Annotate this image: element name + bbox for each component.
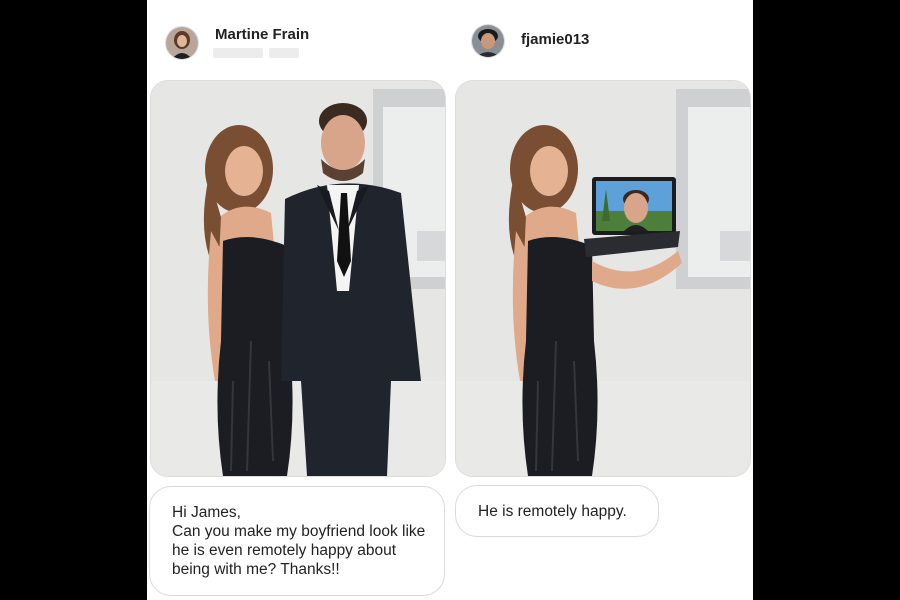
- avatar-martine[interactable]: [165, 26, 199, 60]
- reply-comment-bubble: He is remotely happy.: [455, 485, 659, 537]
- avatar-fjamie013[interactable]: [471, 24, 505, 58]
- username-right[interactable]: fjamie013: [521, 31, 589, 48]
- reply-text: He is remotely happy.: [478, 503, 627, 520]
- comment-greeting: Hi James,: [172, 504, 241, 521]
- comment-text: Can you make my boyfriend look like he i…: [172, 523, 426, 578]
- laptop-with-boyfriend-face: [584, 177, 680, 257]
- edited-photo[interactable]: [455, 80, 751, 477]
- username-left[interactable]: Martine Frain: [215, 26, 309, 43]
- original-post: Martine Frain Hi James, Can you make my …: [147, 0, 449, 600]
- wall-mirror: [676, 89, 750, 289]
- original-photo[interactable]: [150, 80, 446, 477]
- request-comment-bubble: Hi James, Can you make my boyfriend look…: [149, 486, 445, 596]
- comparison-panel: Martine Frain Hi James, Can you make my …: [147, 0, 753, 600]
- edited-post: fjamie013 He is remotely happy.: [453, 0, 753, 600]
- blurred-timestamp: [213, 48, 303, 62]
